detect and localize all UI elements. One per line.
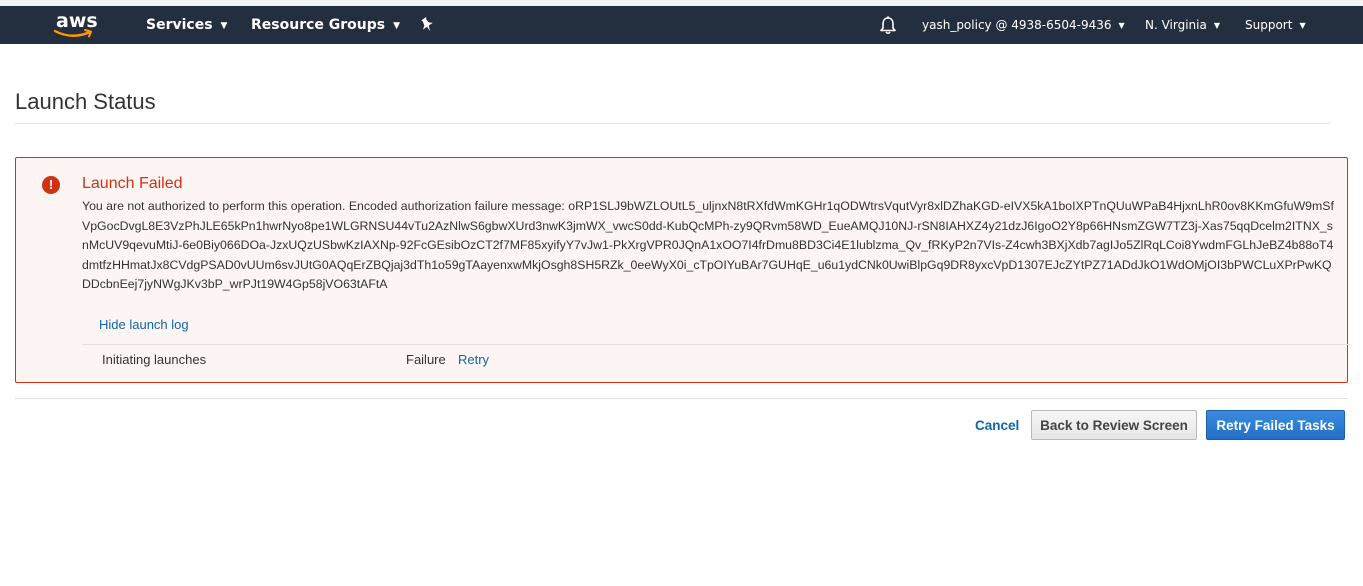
error-icon-glyph: ! (48, 177, 54, 192)
bell-icon[interactable] (879, 16, 897, 35)
chevron-down-icon: ▼ (1213, 21, 1221, 30)
back-to-review-button[interactable]: Back to Review Screen (1031, 410, 1197, 440)
resource-groups-label: Resource Groups (251, 17, 386, 33)
region-label: N. Virginia (1145, 18, 1207, 32)
account-label: yash_policy @ 4938-6504-9436 (922, 18, 1112, 32)
support-label: Support (1245, 18, 1293, 32)
chevron-down-icon: ▼ (1118, 21, 1125, 30)
launch-failed-alert: ! Launch Failed You are not authorized t… (15, 157, 1350, 383)
hide-launch-log-link[interactable]: Hide launch log (99, 317, 189, 332)
pin-icon[interactable] (420, 17, 434, 33)
footer-divider (15, 398, 1348, 399)
log-step-label: Initiating launches (102, 352, 207, 367)
services-menu[interactable]: Services ▼ (146, 6, 227, 44)
alert-title: Launch Failed (82, 175, 183, 192)
top-navbar: aws Services ▼ Resource Groups ▼ yash_poli… (0, 6, 1363, 44)
chevron-down-icon: ▼ (393, 21, 401, 31)
aws-logo[interactable]: aws (52, 10, 98, 40)
chevron-down-icon: ▼ (1299, 21, 1306, 30)
alert-message: You are not authorized to perform this o… (82, 199, 1334, 292)
account-menu[interactable]: yash_policy @ 4938-6504-9436 ▼ (922, 6, 1125, 44)
aws-smile-icon (53, 29, 92, 38)
error-icon: ! (42, 176, 60, 194)
chevron-down-icon: ▼ (220, 21, 228, 31)
resource-groups-menu[interactable]: Resource Groups ▼ (251, 6, 400, 44)
retry-link[interactable]: Retry (458, 352, 489, 367)
title-divider (15, 123, 1331, 124)
region-menu[interactable]: N. Virginia ▼ (1145, 6, 1220, 44)
log-divider (83, 344, 1350, 345)
support-menu[interactable]: Support ▼ (1245, 6, 1306, 44)
retry-failed-tasks-button[interactable]: Retry Failed Tasks (1206, 410, 1345, 440)
page-title: Launch Status (15, 89, 156, 114)
services-label: Services (146, 17, 213, 33)
cancel-link[interactable]: Cancel (975, 418, 1019, 433)
log-step-status: Failure (406, 352, 446, 367)
